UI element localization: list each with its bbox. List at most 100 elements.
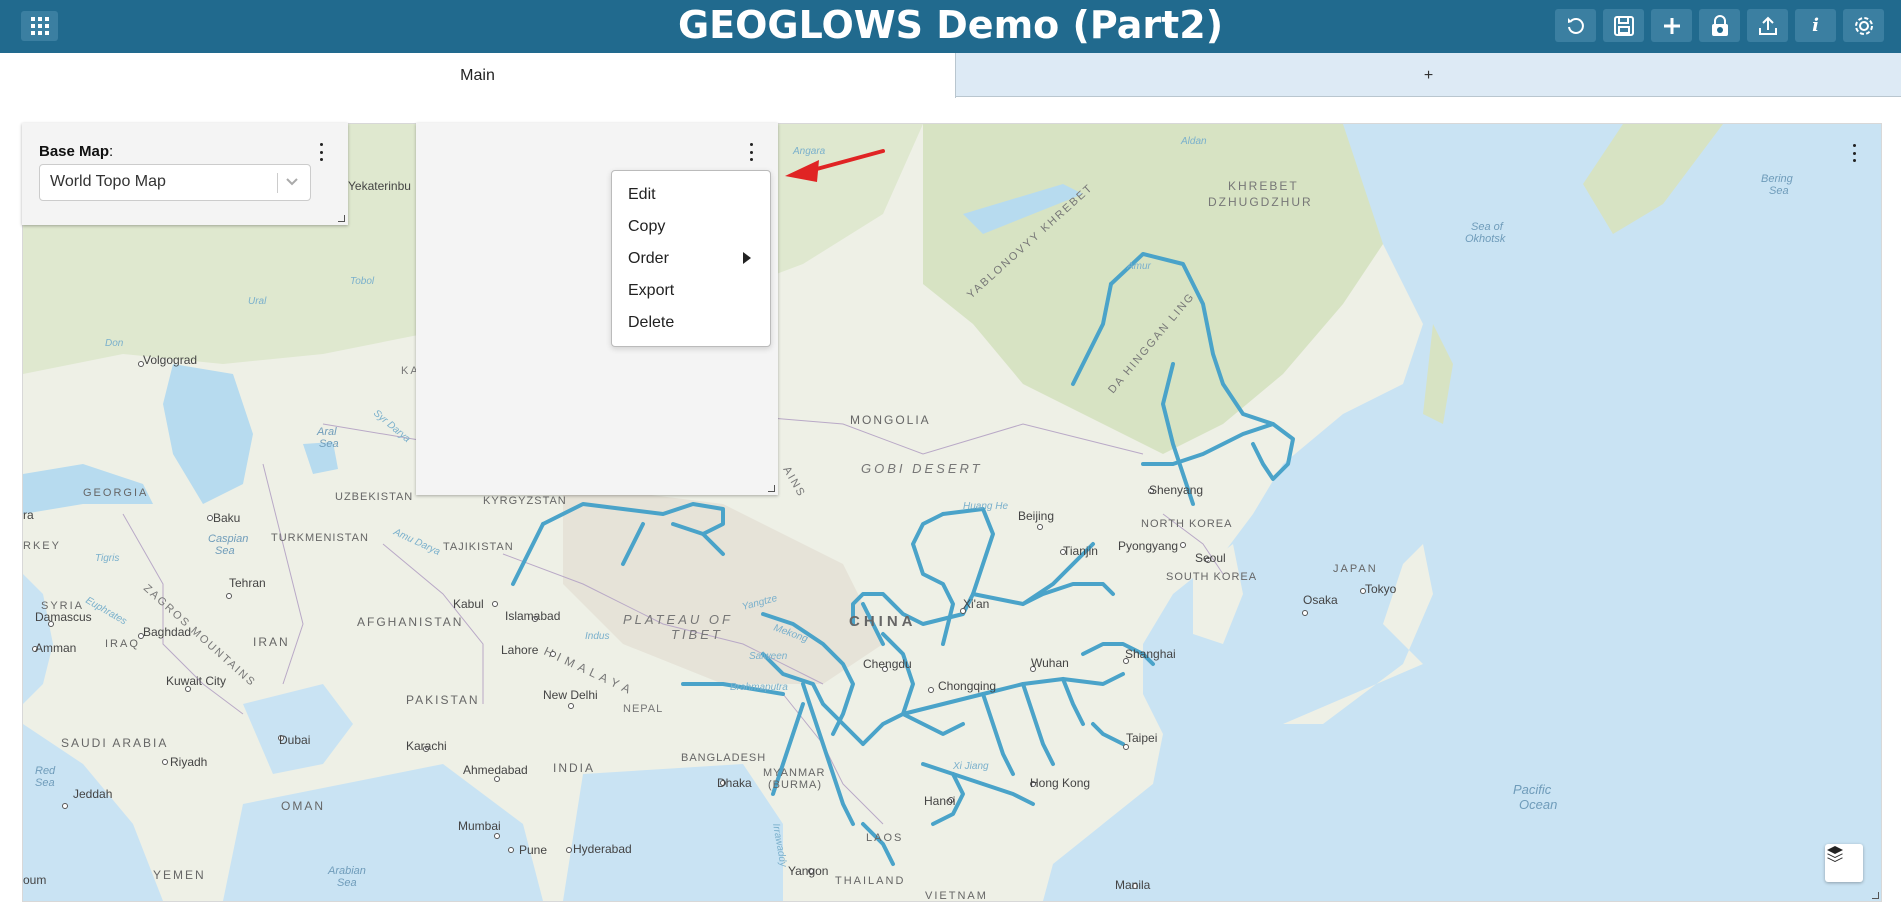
city-tokyo: Tokyo (1360, 582, 1397, 596)
label-red-sea: Sea (35, 777, 55, 789)
label-myanmar: MYANMAR (763, 767, 825, 779)
city-fragment-oum: oum (23, 873, 46, 887)
map-view[interactable]: MONGOLIA GOBI DESERT CHINA PLATEAU OF TI… (22, 123, 1882, 902)
label-saudi: SAUDI ARABIA (61, 736, 168, 750)
menu-item-order[interactable]: Order (628, 250, 669, 268)
city-chongqing: Chongqing (928, 679, 996, 693)
city-yangon: Yangon (788, 864, 828, 878)
city-amman: Amman (32, 641, 76, 655)
label-yemen: YEMEN (153, 868, 206, 882)
label-burma: (BURMA) (768, 779, 822, 791)
svg-text:Shenyang: Shenyang (1149, 483, 1203, 497)
label-khrebet: KHREBET (1228, 179, 1299, 193)
label-nepal: NEPAL (623, 703, 663, 715)
label-tibet: TIBET (671, 627, 723, 642)
svg-text:Hong Kong: Hong Kong (1030, 776, 1090, 790)
svg-text:Pyongyang: Pyongyang (1118, 539, 1178, 553)
svg-text:Osaka: Osaka (1303, 593, 1338, 607)
svg-text:Hyderabad: Hyderabad (573, 842, 632, 856)
basemap-resize-handle[interactable] (338, 215, 345, 222)
label-japan: JAPAN (1333, 563, 1378, 575)
city-baku: Baku (207, 511, 240, 525)
basemap-menu-button[interactable] (316, 143, 326, 161)
svg-text:Seoul: Seoul (1195, 551, 1226, 565)
widget-menu-button[interactable] (746, 143, 756, 161)
label-tobol: Tobol (350, 276, 375, 287)
city-tianjin: Tianjin (1060, 544, 1098, 558)
svg-text:Islamabad: Islamabad (505, 609, 560, 623)
label-plateau: PLATEAU OF (623, 612, 733, 627)
basemap-widget: Base Map: World Topo Map (22, 123, 348, 225)
lock-button[interactable] (1699, 9, 1740, 42)
label-caspian: Caspian (208, 533, 248, 545)
basemap-select[interactable]: World Topo Map (39, 164, 311, 201)
city-chengdu: Chengdu (863, 657, 912, 672)
svg-text:Beijing: Beijing (1018, 509, 1054, 523)
basemap-select-value: World Topo Map (50, 173, 166, 190)
submenu-arrow-icon (743, 252, 751, 264)
tab-main[interactable]: Main (0, 53, 956, 98)
layers-button[interactable] (1825, 844, 1863, 882)
save-button[interactable] (1603, 9, 1644, 42)
label-china: CHINA (849, 613, 917, 630)
svg-text:Dhaka: Dhaka (717, 776, 752, 790)
label-laos: LAOS (866, 832, 903, 844)
info-button[interactable]: i (1795, 9, 1836, 42)
svg-text:Taipei: Taipei (1126, 731, 1157, 745)
settings-button[interactable] (1843, 9, 1884, 42)
svg-text:Baku: Baku (213, 511, 240, 525)
label-india: INDIA (553, 761, 595, 775)
label-bering-sea: Sea (1769, 185, 1789, 197)
city-shenyang: Shenyang (1148, 483, 1203, 497)
label-oman: OMAN (281, 799, 325, 813)
map-menu-button[interactable] (1849, 144, 1859, 162)
svg-text:Hanoi: Hanoi (924, 794, 955, 808)
widget-context-menu: Edit Copy Order Export Delete (611, 170, 771, 347)
label-kyrgyzstan: KYRGYZSTAN (483, 495, 567, 507)
city-hanoi: Hanoi (924, 794, 955, 808)
svg-text:Chengdu: Chengdu (863, 657, 912, 671)
city-riyadh: Riyadh (162, 755, 207, 769)
svg-text:Tokyo: Tokyo (1365, 582, 1397, 596)
refresh-button[interactable] (1555, 9, 1596, 42)
label-tajikistan: TAJIKISTAN (443, 541, 514, 553)
label-caspian-sea: Sea (215, 545, 235, 557)
svg-text:Shanghai: Shanghai (1125, 647, 1176, 661)
city-dhaka: Dhaka (717, 776, 752, 790)
label-brahmaputra: Brahmaputra (730, 682, 788, 693)
label-bangladesh: BANGLADESH (681, 752, 766, 764)
menu-item-copy[interactable]: Copy (628, 218, 665, 236)
label-aldan: Aldan (1180, 136, 1207, 147)
label-vietnam: VIETNAM (925, 890, 988, 901)
city-yekaterinburg: Yekaterinbu (348, 179, 411, 193)
tab-add[interactable]: + (956, 53, 1901, 97)
basemap-label: Base Map: (39, 143, 114, 160)
city-manila: Manila (1115, 878, 1151, 892)
label-south-korea: SOUTH KOREA (1166, 571, 1257, 583)
add-button[interactable] (1651, 9, 1692, 42)
city-osaka: Osaka (1302, 593, 1338, 616)
label-ural: Ural (248, 296, 267, 307)
label-pacific: Pacific (1513, 782, 1552, 797)
menu-item-export[interactable]: Export (628, 282, 674, 300)
menu-item-delete[interactable]: Delete (628, 314, 674, 332)
city-wuhan: Wuhan (1030, 656, 1069, 672)
share-button[interactable] (1747, 9, 1788, 42)
widget-resize-handle[interactable] (768, 485, 775, 492)
chevron-down-icon[interactable] (285, 174, 299, 190)
svg-text:Jeddah: Jeddah (73, 787, 112, 801)
layers-icon (1827, 846, 1843, 862)
menu-item-edit[interactable]: Edit (628, 186, 656, 204)
label-aral: Aral (316, 426, 337, 438)
label-turkey: RKEY (23, 540, 61, 552)
svg-text:Dubai: Dubai (279, 733, 310, 747)
svg-text:Yangon: Yangon (788, 864, 828, 878)
label-bering: Bering (1761, 173, 1794, 185)
add-icon (1663, 17, 1680, 34)
svg-text:Chongqing: Chongqing (938, 679, 996, 693)
sakhalin (1423, 324, 1453, 424)
map-resize-handle[interactable] (1872, 892, 1879, 899)
label-dzhugdzhur: DZHUGDZHUR (1208, 195, 1313, 209)
svg-text:Riyadh: Riyadh (170, 755, 207, 769)
svg-text:Wuhan: Wuhan (1031, 656, 1069, 670)
